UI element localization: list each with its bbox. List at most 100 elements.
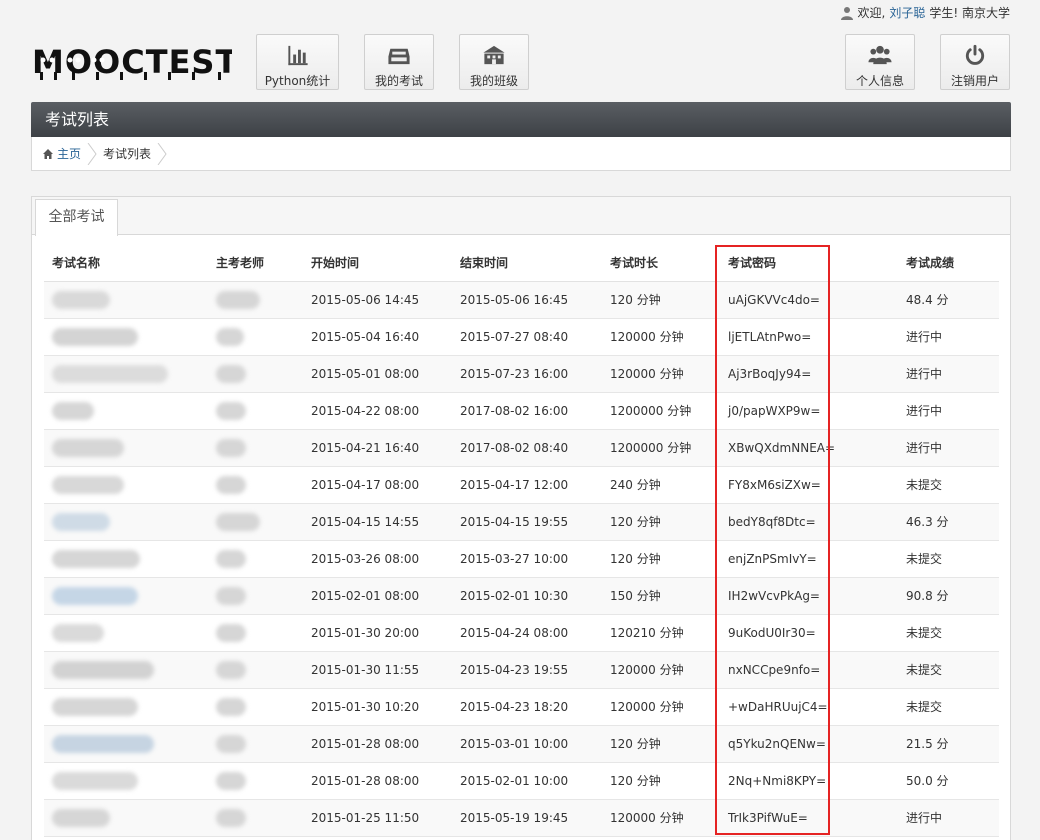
exam-name-cell[interactable] [44,540,208,578]
table-row[interactable]: 2015-05-01 08:00 2015-07-23 16:00 120000 分… [44,355,999,393]
col-teacher: 主考老师 [208,244,303,282]
exam-name-cell[interactable] [44,281,208,319]
exam-name-cell[interactable] [44,799,208,837]
teacher-cell [208,392,303,430]
exam-name-cell[interactable] [44,651,208,689]
score-cell: 进行中 [898,392,999,430]
exam-name-cell[interactable] [44,688,208,726]
start-time-cell: 2015-01-25 11:50 [303,799,452,837]
exam-panel: 全部考试 考试名称 主考老师 开始时间 结束时间 考试时长 考试密码 考试成绩 … [31,196,1011,840]
password-cell: j0/papWXP9w= [720,392,898,430]
teacher-cell [208,688,303,726]
exam-name-cell[interactable] [44,429,208,467]
redacted-teacher-name [216,660,246,679]
profile-button[interactable]: 个人信息 [845,34,915,90]
user-bar: 欢迎, 刘子聪 学生! 南京大学 [840,4,1010,21]
end-time-cell: 2015-04-24 08:00 [452,614,602,652]
redacted-exam-name [52,327,138,346]
python-stats-button[interactable]: Python统计 [256,34,339,90]
redacted-exam-name [52,290,110,309]
chevron-right-icon [157,142,167,165]
exam-name-cell[interactable] [44,614,208,652]
redacted-teacher-name [216,549,246,568]
duration-cell: 120000 分钟 [602,799,720,837]
user-name-link[interactable]: 刘子聪 [889,4,925,21]
col-duration: 考试时长 [602,244,720,282]
logout-button[interactable]: 注销用户 [940,34,1010,90]
breadcrumb-current: 考试列表 [103,147,152,161]
score-cell: 21.5 分 [898,725,999,763]
start-time-cell: 2015-01-30 20:00 [303,614,452,652]
score-cell: 进行中 [898,318,999,356]
table-row[interactable]: 2015-04-15 14:55 2015-04-15 19:55 120 分钟 be… [44,503,999,541]
password-cell: +wDaHRUujC4= [720,688,898,726]
teacher-cell [208,577,303,615]
exam-name-cell[interactable] [44,318,208,356]
exam-name-cell[interactable] [44,466,208,504]
duration-cell: 120210 分钟 [602,614,720,652]
my-exam-button[interactable]: 我的考试 [364,34,434,90]
welcome-text: 欢迎, [857,6,886,20]
redacted-exam-name [52,586,138,605]
end-time-cell: 2015-03-27 10:00 [452,540,602,578]
table-row[interactable]: 2015-01-28 08:00 2015-02-01 10:00 120 分钟 2N… [44,762,999,800]
table-row[interactable]: 2015-01-30 20:00 2015-04-24 08:00 120210 分… [44,614,999,652]
exam-name-cell[interactable] [44,725,208,763]
duration-cell: 120 分钟 [602,725,720,763]
end-time-cell: 2015-05-19 19:45 [452,799,602,837]
exam-name-cell[interactable] [44,762,208,800]
teacher-cell [208,799,303,837]
redacted-teacher-name [216,364,246,383]
teacher-cell [208,614,303,652]
duration-cell: 120 分钟 [602,540,720,578]
table-row[interactable]: 2015-04-22 08:00 2017-08-02 16:00 1200000 … [44,392,999,430]
redacted-teacher-name [216,808,246,827]
table-row[interactable]: 2015-01-28 08:00 2015-03-01 10:00 120 分钟 q5… [44,725,999,763]
table-row[interactable]: 2015-02-01 08:00 2015-02-01 10:30 150 分钟 IH… [44,577,999,615]
tab-bar: 全部考试 [32,197,1010,236]
score-cell: 未提交 [898,540,999,578]
duration-cell: 1200000 分钟 [602,429,720,467]
col-password: 考试密码 [720,244,898,282]
table-row[interactable]: 2015-03-26 08:00 2015-03-27 10:00 120 分钟 en… [44,540,999,578]
start-time-cell: 2015-05-06 14:45 [303,281,452,319]
exam-name-cell[interactable] [44,355,208,393]
tab-all-exams[interactable]: 全部考试 [35,199,118,236]
table-row[interactable]: 2015-04-17 08:00 2015-04-17 12:00 240 分钟 FY… [44,466,999,504]
page-title: 考试列表 [31,102,1011,137]
password-cell: bedY8qf8Dtc= [720,503,898,541]
password-cell: FY8xM6siZXw= [720,466,898,504]
table-row[interactable]: 2015-05-06 14:45 2015-05-06 16:45 120 分钟 uA… [44,281,999,319]
end-time-cell: 2015-02-01 10:30 [452,577,602,615]
breadcrumb-home-link[interactable]: 主页 [57,145,81,162]
redacted-exam-name [52,771,138,790]
redacted-teacher-name [216,475,246,494]
redacted-exam-name [52,808,110,827]
duration-cell: 120000 分钟 [602,651,720,689]
teacher-cell [208,429,303,467]
table-row[interactable]: 2015-01-30 10:20 2015-04-23 18:20 120000 分… [44,688,999,726]
table-row[interactable]: 2015-01-25 11:50 2015-05-19 19:45 120000 分… [44,799,999,837]
teacher-cell [208,318,303,356]
table-row[interactable]: 2015-05-04 16:40 2015-07-27 08:40 120000 分… [44,318,999,356]
end-time-cell: 2015-04-15 19:55 [452,503,602,541]
exam-table: 考试名称 主考老师 开始时间 结束时间 考试时长 考试密码 考试成绩 2015-… [44,244,999,837]
teacher-cell [208,281,303,319]
redacted-exam-name [52,438,124,457]
start-time-cell: 2015-02-01 08:00 [303,577,452,615]
duration-cell: 120000 分钟 [602,318,720,356]
exam-name-cell[interactable] [44,577,208,615]
mooctest-logo[interactable]: MOOCTEST [32,42,232,82]
score-cell: 48.4 分 [898,281,999,319]
breadcrumb: 主页 考试列表 [31,137,1011,171]
start-time-cell: 2015-05-01 08:00 [303,355,452,393]
end-time-cell: 2017-08-02 16:00 [452,392,602,430]
my-class-button[interactable]: 我的班级 [459,34,529,90]
exam-name-cell[interactable] [44,503,208,541]
duration-cell: 120000 分钟 [602,355,720,393]
exam-name-cell[interactable] [44,392,208,430]
teacher-cell [208,725,303,763]
table-row[interactable]: 2015-04-21 16:40 2017-08-02 08:40 1200000 … [44,429,999,467]
start-time-cell: 2015-01-28 08:00 [303,725,452,763]
table-row[interactable]: 2015-01-30 11:55 2015-04-23 19:55 120000 分… [44,651,999,689]
